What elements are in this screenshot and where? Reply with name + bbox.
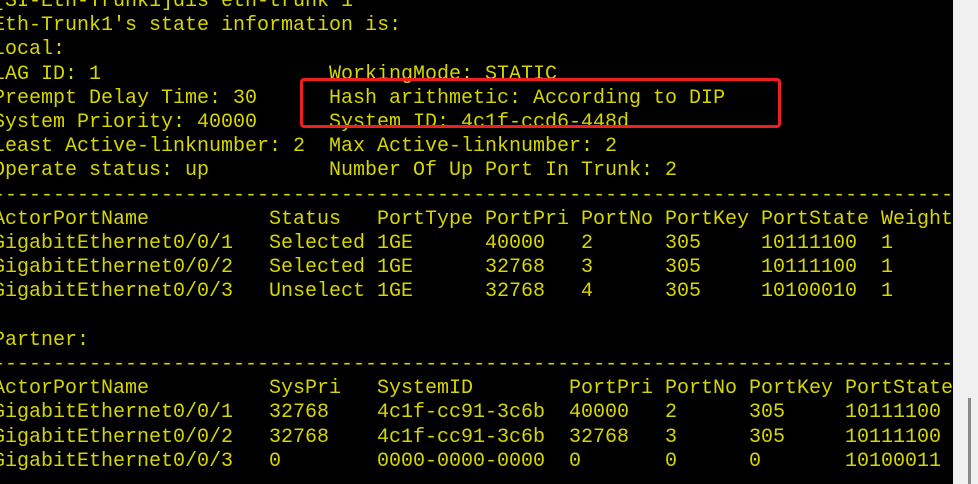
partner-label: Partner: [0, 328, 90, 352]
table-cell: 32768 [485, 280, 546, 304]
table-cell: Unselect [269, 280, 366, 304]
table-cell: 2 [665, 401, 678, 425]
column-header: PortNo [581, 207, 654, 231]
column-header: PortNo [665, 377, 738, 401]
table-cell: 3 [581, 256, 594, 280]
table-cell: 10111100 [845, 425, 942, 449]
table-cell: 4 [581, 280, 594, 304]
table-cell: Selected [269, 232, 366, 255]
scrollbar-thumb[interactable] [968, 398, 971, 484]
table-cell: GigabitEthernet0/0/1 [0, 401, 234, 425]
column-header: SysPri [269, 377, 342, 401]
column-header: PortType [377, 207, 474, 231]
info-right: Number Of Up Port In Trunk: 2 [329, 159, 678, 183]
table-cell: GigabitEthernet0/0/2 [0, 256, 234, 280]
column-header: PortState [845, 377, 953, 401]
table-cell: 10100011 [845, 449, 942, 473]
table-cell: Selected [269, 256, 366, 280]
table-cell: 10100010 [761, 280, 858, 304]
table-cell: GigabitEthernet0/0/3 [0, 280, 234, 304]
table-cell: 305 [665, 232, 702, 255]
separator: ----------------------------------------… [0, 353, 953, 376]
table-cell: 305 [665, 256, 702, 280]
local-label: Local: [0, 38, 66, 62]
info-right: System ID: 4c1f-ccd6-448d [329, 111, 630, 134]
vertical-scrollbar[interactable] [953, 0, 978, 484]
column-header: PortKey [749, 377, 834, 401]
table-cell: 40000 [485, 232, 546, 255]
column-header: SystemID [377, 377, 474, 401]
column-header: Weight [881, 207, 953, 231]
title-text: Eth-Trunk1's state information is: [0, 14, 402, 38]
table-cell: 4c1f-cc91-3c6b [377, 401, 546, 425]
column-header: PortPri [569, 377, 654, 401]
table-cell: 2 [581, 232, 594, 255]
info-left: System Priority: 40000 [0, 111, 258, 134]
table-cell: 4c1f-cc91-3c6b [377, 425, 546, 449]
table-cell: 0 [749, 449, 762, 473]
table-cell: 10111100 [761, 232, 858, 255]
table-cell: 32768 [485, 256, 546, 280]
table-cell: GigabitEthernet0/0/3 [0, 449, 234, 473]
table-cell: 1 [881, 280, 894, 304]
table-cell: 1GE [377, 256, 414, 280]
table-cell: 0 [569, 449, 582, 473]
table-cell: 1GE [377, 232, 414, 255]
table-cell: 305 [749, 401, 786, 425]
table-cell: 1 [881, 232, 894, 255]
table-cell: 305 [665, 280, 702, 304]
terminal-window[interactable]: [SI-Eth-Trunk1]dis eth-trunk 1 Eth-Trunk1… [0, 0, 953, 484]
table-cell: 10111100 [761, 256, 858, 280]
table-cell: 10111100 [845, 401, 942, 425]
column-header: ActorPortName [0, 377, 150, 401]
table-cell: 3 [665, 425, 678, 449]
table-cell: 305 [749, 425, 786, 449]
table-cell: GigabitEthernet0/0/1 [0, 232, 234, 255]
info-left: Least Active-linknumber: 2 [0, 135, 306, 159]
column-header: PortPri [485, 207, 570, 231]
separator: ----------------------------------------… [0, 183, 953, 207]
column-header: Status [269, 207, 342, 231]
info-right: Hash arithmetic: According to DIP [329, 86, 726, 110]
info-left: Operate status: up [0, 159, 210, 183]
column-header: ActorPortName [0, 207, 150, 231]
table-cell: 32768 [569, 425, 630, 449]
table-cell: 0 [665, 449, 678, 473]
table-cell: 0 [269, 449, 282, 473]
table-cell: 1 [881, 256, 894, 280]
column-header: PortKey [665, 207, 750, 231]
info-left: Preempt Delay Time: 30 [0, 86, 258, 110]
table-cell: 40000 [569, 401, 630, 425]
table-cell: 32768 [269, 401, 330, 425]
column-header: PortState [761, 207, 870, 231]
info-right: WorkingMode: STATIC [329, 62, 558, 86]
info-right: Max Active-linknumber: 2 [329, 135, 618, 159]
info-left: LAG ID: 1 [0, 62, 102, 86]
table-cell: 32768 [269, 425, 330, 449]
table-cell: GigabitEthernet0/0/2 [0, 425, 234, 449]
table-cell: 0000-0000-0000 [377, 449, 546, 473]
command-text: [SI-Eth-Trunk1]dis eth-trunk 1 [0, 0, 354, 13]
table-cell: 1GE [377, 280, 414, 304]
